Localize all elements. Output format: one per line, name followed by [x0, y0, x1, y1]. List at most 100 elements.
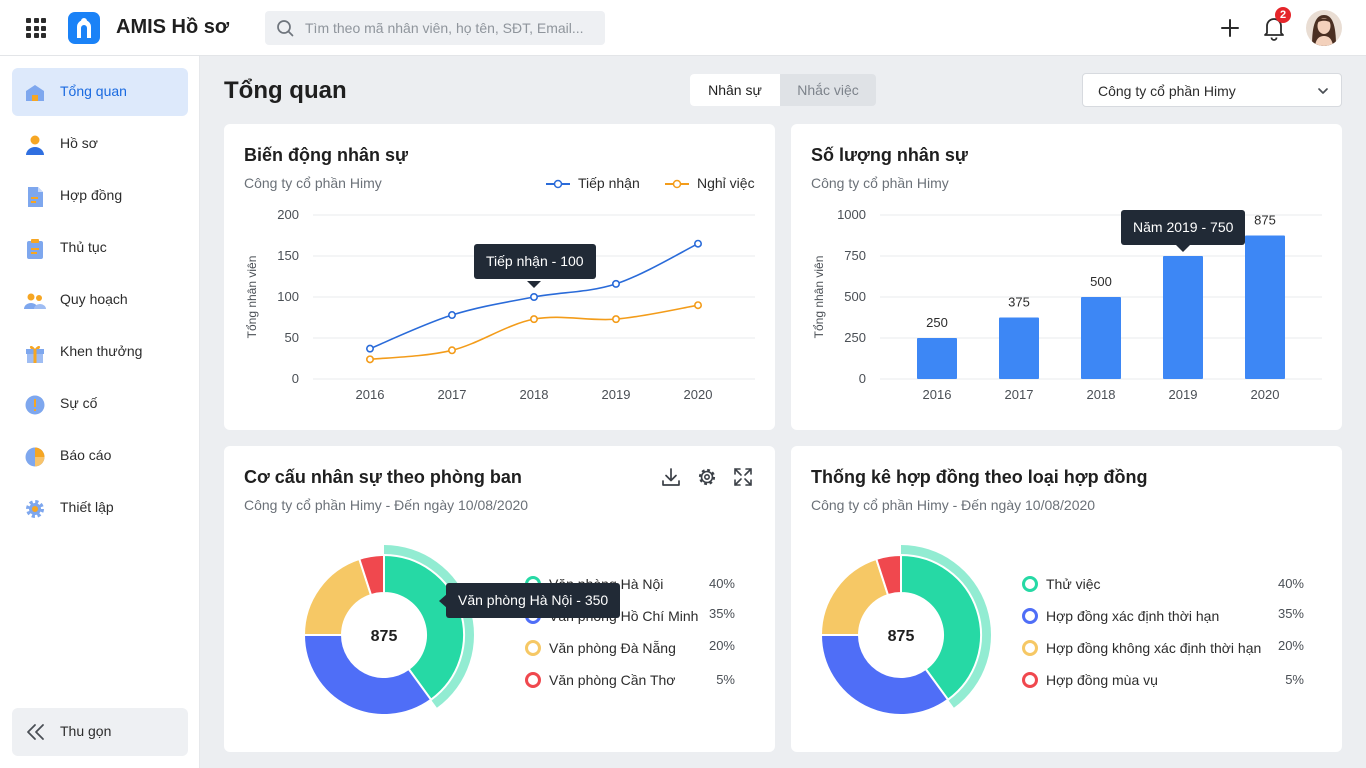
legend-percent: 35% — [708, 606, 735, 621]
y-tick-label: 200 — [277, 207, 299, 222]
donut-legend-item[interactable]: Thử việc 40% — [1022, 575, 1304, 595]
sidebar-item-settings[interactable]: Thiết lập — [12, 484, 188, 532]
sidebar-item-label: Báo cáo — [60, 447, 112, 463]
search-icon — [277, 20, 294, 37]
card-title: Thống kê hợp đồng theo loại hợp đồng — [811, 467, 1148, 487]
card-subtitle: Công ty cổ phần Himy - Đến ngày 10/08/20… — [811, 497, 1096, 513]
y-tick-label: 500 — [844, 289, 866, 304]
series-line — [369, 304, 699, 361]
y-tick-label: 250 — [844, 330, 866, 345]
sidebar-item-profile[interactable]: Hồ sơ — [12, 120, 188, 168]
company-select-value: Công ty cổ phần Himy — [1098, 83, 1236, 99]
sidebar-item-incident[interactable]: Sự cố — [12, 380, 188, 428]
company-select[interactable]: Công ty cổ phần Himy — [1082, 73, 1342, 107]
gift-icon — [26, 345, 44, 363]
user-icon — [26, 135, 44, 155]
sidebar-item-label: Khen thưởng — [60, 343, 143, 359]
data-point — [611, 315, 620, 324]
headcount-bar-chart: 0 250 500 750 1000 Tổng nhân viên 2016 250 2017 3… — [812, 207, 1322, 402]
data-point — [366, 355, 375, 364]
sidebar-item-reward[interactable]: Khen thưởng — [12, 328, 188, 376]
notification-badge: 2 — [1275, 7, 1291, 23]
download-icon[interactable] — [660, 466, 682, 488]
document-icon — [28, 187, 43, 207]
x-tick-label: 2018 — [1087, 387, 1116, 402]
donut-legend: Thử việc 40% Hợp đồng xác định thời hạn 35%… — [1022, 575, 1304, 695]
sidebar-item-report[interactable]: Báo cáo — [12, 432, 188, 480]
legend-label: Văn phòng Đà Nẵng — [549, 640, 676, 656]
donut-legend-item[interactable]: Văn phòng Đà Nẵng 20% — [525, 638, 735, 659]
expand-icon[interactable] — [732, 466, 754, 488]
donut-slice — [302, 634, 433, 716]
legend-percent: 5% — [1285, 672, 1304, 687]
x-tick-label: 2019 — [1169, 387, 1198, 402]
bar-value-label: 375 — [1008, 295, 1030, 310]
donut-slice — [819, 634, 950, 716]
sidebar-item-procedure[interactable]: Thủ tục — [12, 224, 188, 272]
gear-icon — [26, 500, 44, 518]
y-tick-label: 100 — [277, 289, 299, 304]
sidebar-item-label: Thiết lập — [60, 499, 114, 515]
collapse-sidebar-button[interactable]: Thu gọn — [12, 708, 188, 756]
x-tick-label: 2019 — [602, 387, 631, 402]
donut-slice — [819, 557, 890, 636]
tab-reminder[interactable]: Nhắc việc — [780, 74, 876, 106]
legend-percent: 20% — [1277, 638, 1304, 653]
chart-tooltip: Văn phòng Hà Nội - 350 — [446, 583, 621, 618]
collapse-label: Thu gọn — [60, 723, 112, 739]
data-point — [448, 346, 457, 355]
bar-value-label: 875 — [1254, 213, 1276, 228]
app-title: AMIS Hồ sơ — [116, 16, 230, 38]
team-icon — [24, 293, 46, 309]
tooltip-arrow — [1176, 245, 1190, 252]
card-subtitle: Công ty cổ phần Himy - Đến ngày 10/08/20… — [244, 497, 529, 513]
legend-label: Hợp đồng không xác định thời hạn — [1046, 640, 1262, 656]
search-box[interactable] — [265, 11, 605, 45]
x-tick-label: 2016 — [923, 387, 952, 402]
y-axis-label: Tổng nhân viên — [245, 256, 259, 339]
department-donut-chart: 875 — [302, 545, 474, 716]
sidebar-item-label: Sự cố — [60, 395, 98, 411]
tab-staff[interactable]: Nhân sự — [690, 74, 780, 106]
donut-center-total: 875 — [371, 628, 398, 645]
y-axis-label: Tổng nhân viên — [812, 256, 826, 339]
legend-percent: 5% — [716, 672, 735, 687]
contract-donut-chart: 875 — [819, 545, 991, 716]
y-tick-label: 750 — [844, 248, 866, 263]
sidebar: Tổng quan Hồ sơ Hợp đồng Thủ tục Quy hoạ… — [0, 56, 200, 768]
sidebar-item-label: Tổng quan — [60, 83, 127, 99]
card-headcount: Số lượng nhân sự Công ty cổ phần Himy 02… — [791, 124, 1342, 430]
add-icon[interactable] — [1218, 16, 1242, 40]
x-tick-label: 2020 — [1251, 387, 1280, 402]
y-tick-label: 150 — [277, 248, 299, 263]
x-tick-label: 2017 — [438, 387, 467, 402]
chart-tooltip: Tiếp nhận - 100 — [474, 244, 596, 279]
legend-label: Hợp đồng mùa vụ — [1046, 672, 1158, 688]
clipboard-icon — [27, 239, 43, 259]
sidebar-item-overview[interactable]: Tổng quan — [12, 68, 188, 116]
donut-legend-item[interactable]: Hợp đồng không xác định thời hạn 20% — [1022, 638, 1304, 659]
y-tick-label: 1000 — [837, 207, 866, 222]
card-department-structure: Cơ cấu nhân sự theo phòng ban Công ty cổ… — [224, 446, 775, 752]
bar — [1081, 297, 1121, 379]
donut-legend-item[interactable]: Hợp đồng mùa vụ 5% — [1022, 671, 1304, 691]
donut-legend-item[interactable]: Văn phòng Cần Thơ 5% — [525, 671, 735, 691]
avatar[interactable] — [1306, 10, 1342, 46]
y-tick-label: 0 — [292, 371, 299, 386]
sidebar-item-planning[interactable]: Quy hoạch — [12, 276, 188, 324]
bar — [917, 338, 957, 379]
app-grid-icon[interactable] — [26, 18, 46, 38]
bar-value-label: 500 — [1090, 274, 1112, 289]
donut-legend-item[interactable]: Hợp đồng xác định thời hạn 35% — [1022, 606, 1304, 627]
search-input[interactable] — [305, 11, 595, 45]
sidebar-item-contract[interactable]: Hợp đồng — [12, 172, 188, 220]
y-tick-label: 0 — [859, 371, 866, 386]
sidebar-item-label: Hồ sơ — [60, 135, 98, 151]
settings-icon[interactable] — [696, 466, 718, 488]
home-icon — [26, 85, 44, 101]
app-logo[interactable] — [68, 12, 100, 44]
sidebar-item-label: Hợp đồng — [60, 187, 123, 203]
view-tabs: Nhân sự Nhắc việc — [690, 74, 876, 106]
legend-dot — [1022, 576, 1038, 592]
x-tick-label: 2020 — [684, 387, 713, 402]
